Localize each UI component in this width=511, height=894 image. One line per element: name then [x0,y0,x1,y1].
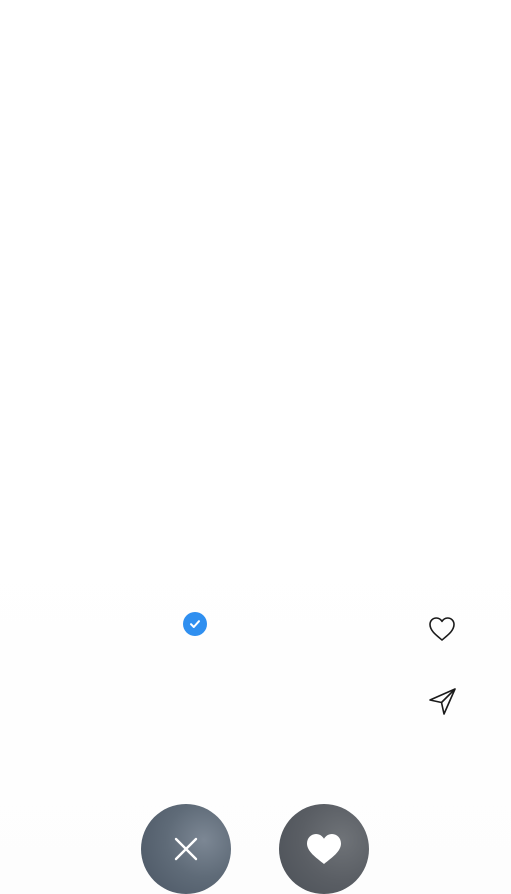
dismiss-button[interactable] [141,804,231,894]
profile-photo-area[interactable] [0,0,511,780]
send-button[interactable] [424,683,460,719]
paper-plane-icon [429,688,456,715]
heart-filled-icon [307,834,341,864]
profile-card-screen [0,0,511,894]
heart-outline-icon [429,617,455,641]
profile-name-row [40,610,240,638]
verified-badge-icon [183,612,207,636]
super-like-button[interactable] [279,804,369,894]
close-icon [174,837,198,861]
like-button[interactable] [424,611,460,647]
